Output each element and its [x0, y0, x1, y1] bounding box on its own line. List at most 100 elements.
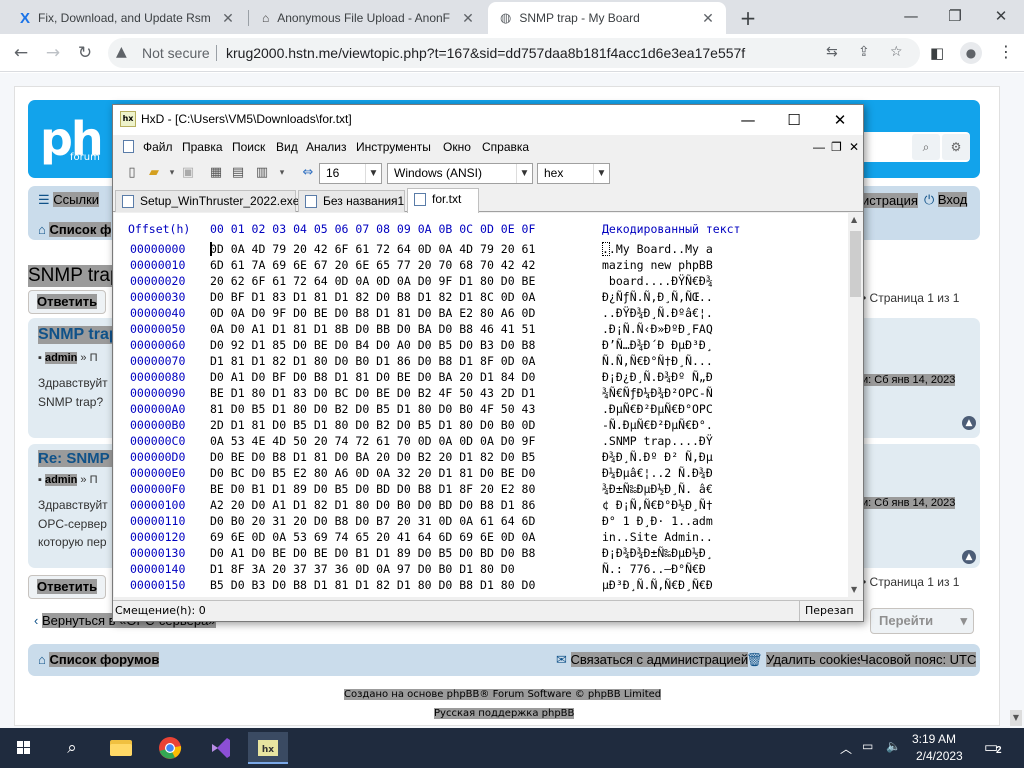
forward-icon[interactable]: → — [42, 42, 64, 64]
doc-minimize-icon[interactable]: — — [813, 140, 825, 154]
menu-search[interactable]: Поиск — [232, 140, 265, 154]
bytes-per-row-select[interactable]: 16 ▼ — [319, 163, 382, 184]
decoded-text: ¾Ñ€ÑƒÐ¼Ð¾Ð²OPC-Ñ — [602, 386, 713, 400]
minimize-icon[interactable]: — — [733, 109, 763, 131]
browser-tab-1[interactable]: X Fix, Download, and Update Rsm ✕ — [8, 2, 246, 34]
encoding-select[interactable]: Windows (ANSI) ▼ — [387, 163, 533, 184]
notification-count: 2 — [996, 745, 1002, 756]
open-disk-icon[interactable]: ▦ — [207, 164, 225, 182]
menu-dots-icon[interactable]: ⋮ — [998, 42, 1014, 61]
visual-studio-icon[interactable] — [200, 732, 240, 764]
hex-offset: 00000130 — [130, 546, 186, 560]
back-icon[interactable]: ← — [10, 42, 32, 64]
menu-help[interactable]: Справка — [482, 140, 529, 154]
open-folder-icon[interactable]: ▰ — [145, 164, 163, 182]
new-tab-icon[interactable]: + — [738, 6, 758, 30]
security-label[interactable]: Not secure — [142, 45, 210, 61]
doc-restore-icon[interactable]: ❐ — [831, 140, 842, 154]
menu-tools[interactable]: Инструменты — [356, 140, 431, 154]
breadcrumb[interactable]: ⌂ Список ф — [38, 222, 112, 237]
windows-start-icon[interactable] — [4, 732, 44, 764]
sidepanel-icon[interactable]: ◧ — [930, 44, 944, 62]
post-title[interactable]: SNMP trap — [38, 326, 119, 344]
scroll-up-icon[interactable]: ▲ — [851, 215, 857, 224]
status-offset: Смещение(h): 0 — [115, 604, 206, 617]
back-to-top-icon[interactable]: ▲ — [962, 550, 976, 564]
clock-time[interactable]: 3:19 AM — [912, 732, 956, 746]
menu-window[interactable]: Окно — [443, 140, 471, 154]
decoded-text: .ÐµÑ€Ð²ÐµÑ€Ð°OPC — [602, 402, 713, 416]
gear-icon[interactable]: ⚙ — [942, 134, 970, 160]
clock-date[interactable]: 2/4/2023 — [916, 749, 963, 763]
post-title[interactable]: Re: SNMP t — [38, 450, 119, 467]
open-ram-icon[interactable]: ▤ — [229, 164, 247, 182]
close-window-icon[interactable]: ✕ — [825, 109, 855, 131]
decoded-text: Ð¾Ð¸Ñ.Ðº Ð² Ñ‚Ðµ — [602, 450, 713, 464]
file-tab-for-txt[interactable]: for.txt — [407, 188, 479, 213]
close-tab-icon[interactable]: ✕ — [220, 10, 236, 27]
file-tab-untitled[interactable]: Без названия1 — [298, 190, 405, 212]
footer-forums-link[interactable]: ⌂ Список форумов — [38, 652, 160, 667]
hex-offset: 000000A0 — [130, 402, 186, 416]
delete-cookies-link[interactable]: 🗑 Удалить cookies — [746, 652, 864, 668]
search-icon[interactable]: ⌕ — [912, 134, 940, 160]
browser-tab-2[interactable]: ⌂ Anonymous File Upload - AnonF ✕ — [250, 2, 486, 34]
properties-dropdown-icon[interactable]: ▾ — [273, 164, 291, 182]
close-window-icon[interactable]: ✕ — [986, 5, 1016, 27]
contact-link[interactable]: ✉ Связаться с администрацией — [556, 652, 749, 668]
decoded-text: ..My Board..My a — [602, 242, 713, 256]
hex-scrollbar[interactable]: ▲ ▼ — [848, 213, 863, 597]
tray-chevron-icon[interactable]: ︿ — [840, 740, 852, 757]
warning-icon[interactable]: ▲ — [116, 44, 127, 60]
page-scroll-down-icon[interactable]: ▼ — [1010, 710, 1022, 726]
search-icon[interactable]: ⌕ — [52, 732, 92, 764]
login-link[interactable]: ⏻ Вход — [924, 192, 968, 208]
share-icon[interactable]: ⇪ — [858, 44, 870, 60]
reply-button[interactable]: Ответить — [28, 290, 107, 314]
close-tab-icon[interactable]: ✕ — [460, 10, 476, 27]
hex-caret — [210, 242, 212, 256]
menu-view[interactable]: Вид — [276, 140, 298, 154]
save-icon[interactable]: ▣ — [179, 164, 197, 182]
hxd-titlebar[interactable]: hx HxD - [C:\Users\VM5\Downloads\for.txt… — [113, 105, 863, 135]
reload-icon[interactable]: ↻ — [74, 42, 96, 64]
browser-tab-3[interactable]: ◍ SNMP trap - My Board ✕ — [488, 2, 726, 34]
file-explorer-icon[interactable] — [100, 732, 140, 764]
scroll-down-icon[interactable]: ▼ — [851, 585, 857, 594]
scroll-thumb[interactable] — [850, 231, 861, 297]
menu-analysis[interactable]: Анализ — [306, 140, 347, 154]
translate-icon[interactable]: ⇆ — [826, 44, 838, 60]
register-link[interactable]: истрация — [862, 193, 918, 208]
topic-title[interactable]: SNMP trap — [28, 265, 121, 287]
profile-avatar-icon[interactable]: ● — [960, 42, 982, 64]
doc-close-icon[interactable]: ✕ — [849, 140, 859, 154]
post-author[interactable]: ▪ admin » П — [38, 352, 98, 364]
hex-editor-view[interactable]: Offset(h) 00 01 02 03 04 05 06 07 08 09 … — [114, 213, 848, 597]
decoded-text: Ð° 1 Ð¸Ð· 1..adm — [602, 514, 713, 528]
links-menu[interactable]: ☰ Ссылки — [38, 192, 100, 208]
display-mode-select[interactable]: hex ▼ — [537, 163, 610, 184]
volume-icon[interactable]: 🔈 — [886, 739, 901, 753]
file-icon — [305, 195, 317, 208]
goto-button[interactable]: Перейти ▾ — [870, 608, 974, 634]
restore-icon[interactable]: ❐ — [940, 5, 970, 27]
post-body-line: OPC-сервер — [38, 517, 107, 531]
back-to-top-icon[interactable]: ▲ — [962, 416, 976, 430]
minimize-icon[interactable]: — — [896, 5, 926, 27]
network-icon[interactable]: ▭ — [862, 739, 873, 753]
hxd-taskbar-icon[interactable]: hx — [248, 732, 288, 764]
chrome-icon[interactable] — [150, 732, 190, 764]
reply-button-bottom[interactable]: Ответить — [28, 575, 107, 599]
hxd-menubar: Файл Правка Поиск Вид Анализ Инструменты… — [113, 136, 863, 158]
address-bar[interactable]: ▲ Not secure krug2000.hstn.me/viewtopic.… — [108, 38, 920, 68]
properties-icon[interactable]: ▥ — [253, 164, 271, 182]
close-tab-icon[interactable]: ✕ — [700, 10, 716, 27]
menu-edit[interactable]: Правка — [182, 140, 223, 154]
url-text[interactable]: krug2000.hstn.me/viewtopic.php?t=167&sid… — [226, 45, 745, 61]
menu-file[interactable]: Файл — [143, 140, 173, 154]
bookmark-star-icon[interactable]: ☆ — [890, 44, 903, 60]
post-author[interactable]: ▪ admin » П — [38, 474, 98, 486]
new-file-icon[interactable]: ▯ — [123, 164, 141, 182]
maximize-icon[interactable]: ☐ — [779, 109, 809, 131]
file-tab-setup[interactable]: Setup_WinThruster_2022.exe — [115, 190, 299, 212]
